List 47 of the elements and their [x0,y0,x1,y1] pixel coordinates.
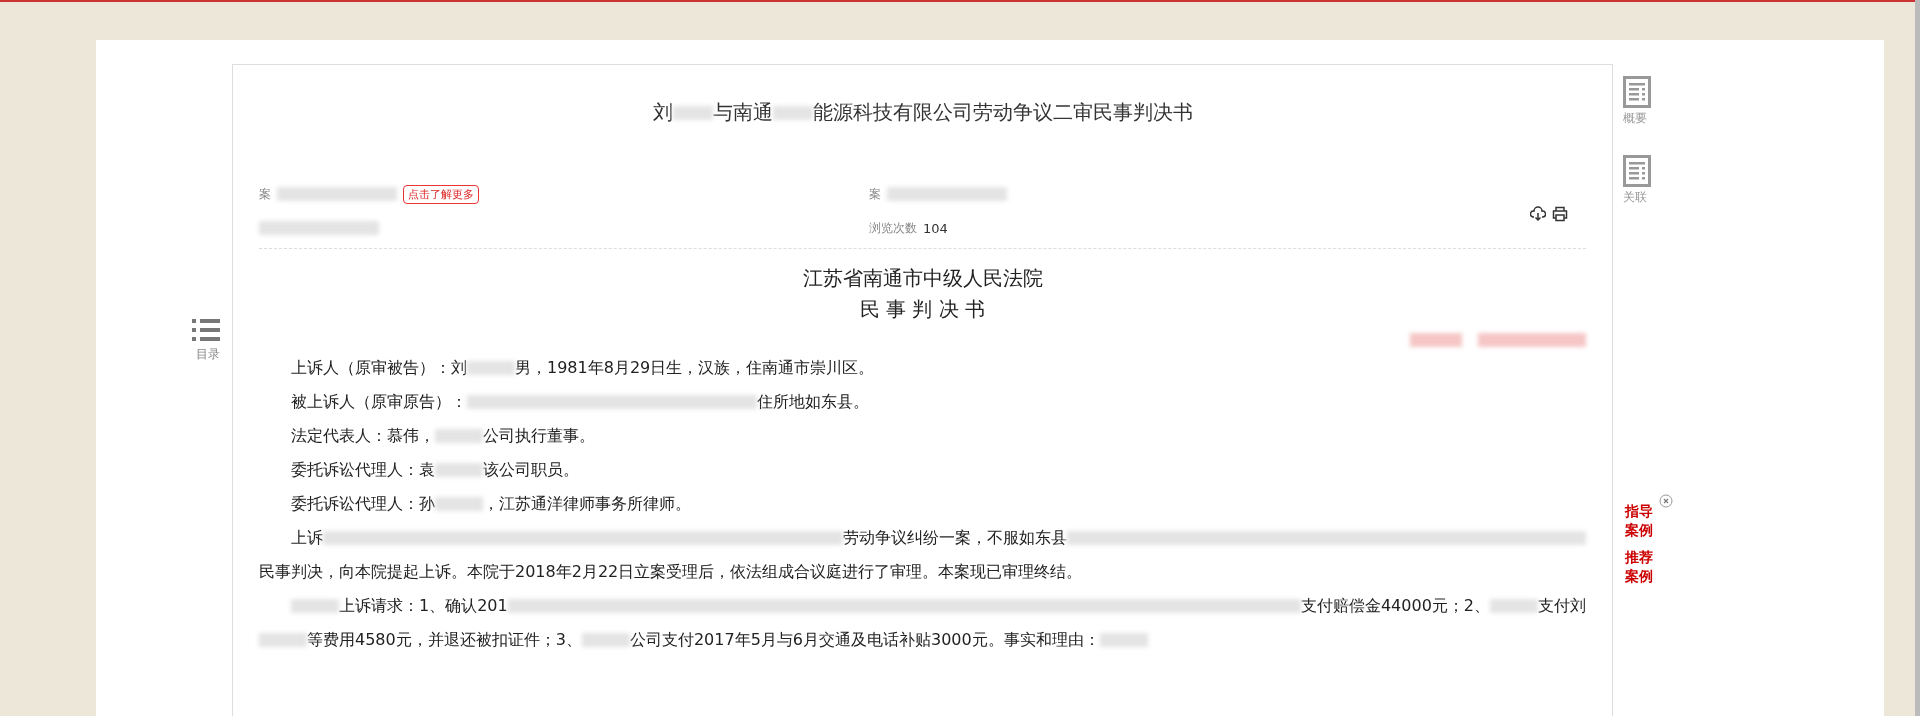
blurred-text [259,633,307,647]
blurred-text [581,633,630,647]
blurred-text [291,599,339,613]
document-text: 民事判决，向本院提起上诉。本院于2018年2月22日立案受理后，依法组成合议庭进行了审理。本案现已审理终结。 [259,561,1083,583]
download-icon[interactable] [1530,206,1546,222]
blurred-text [435,463,483,477]
document-text: 劳动争议纠纷一案，不服如东县 [842,527,1067,549]
print-icon[interactable] [1552,206,1568,222]
document-text: 委托诉讼代理人：袁 [291,459,435,481]
document-text: 上诉人（原审被告）：刘 [291,357,467,379]
document-text: 上诉 [291,527,323,549]
side-tool-label[interactable]: 关联 [1623,189,1647,206]
document-icon[interactable] [1623,155,1651,187]
document-text: 公司执行董事。 [483,425,595,447]
blurred-text [1490,599,1538,613]
learn-more-button[interactable]: 点击了解更多 [403,184,479,204]
blurred-text [1099,633,1148,647]
list-icon[interactable] [192,318,222,344]
document-text: 支付刘 [1538,595,1586,617]
blurred-text [1410,333,1462,347]
case-link[interactable]: 指导案例 [1625,502,1653,540]
meta-label: 案 [869,185,881,203]
close-icon[interactable] [1659,494,1673,508]
document-text: 住所地如东县。 [757,391,869,413]
document-text: 上诉请求：1、确认201 [339,595,508,617]
document-text: 被上诉人（原审原告）： [291,391,467,413]
document-text: 该公司职员。 [483,459,579,481]
document-text: ，江苏通洋律师事务所律师。 [483,493,691,515]
document-text: 等费用4580元，并退还被扣证件；3、 [307,629,582,651]
meta-label: 浏览次数 [869,219,917,237]
blurred-text [435,497,483,511]
blurred-text [467,361,515,375]
document-text: 公司支付2017年5月与6月交通及电话补贴3000元。事实和理由： [629,629,1100,651]
court-name: 江苏省南通市中级人民法院 [801,265,1044,292]
meta-label: 案 [259,185,271,203]
document-title: 刘 与南通 能源科技有限公司劳动争议二审民事判决书 [651,99,1194,126]
document-text: 法定代表人：慕伟， [291,425,435,447]
case-link[interactable]: 推荐案例 [1625,547,1653,586]
document-text: 委托诉讼代理人：孙 [291,493,435,515]
document-type: 民 事 判 决 书 [858,296,987,323]
document-icon[interactable] [1623,76,1651,108]
blurred-text [435,429,483,443]
toc-label[interactable]: 目录 [196,346,220,363]
side-tool-label[interactable]: 概要 [1623,110,1647,127]
document-text: 支付赔偿金44000元；2、 [1300,595,1490,617]
document-text: 男，1981年8月29日生，汉族，住南通市崇川区。 [515,357,875,379]
meta-value: 104 [923,220,948,236]
